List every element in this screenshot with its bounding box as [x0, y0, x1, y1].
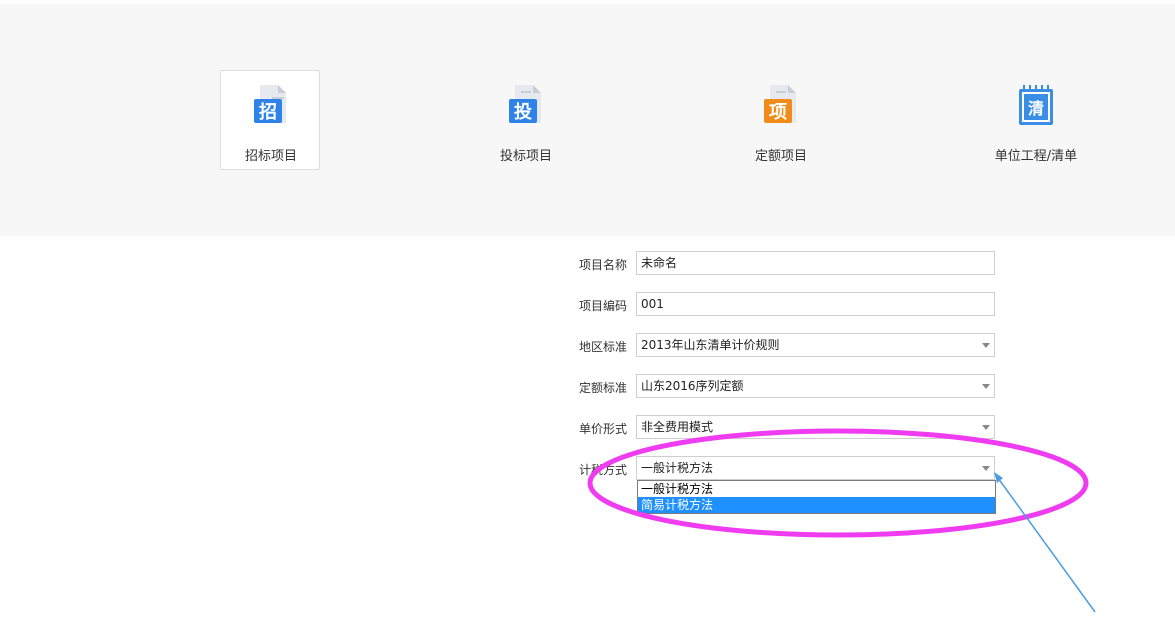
- svg-text:投: 投: [514, 101, 532, 123]
- unit-price-form-value: 非全费用模式: [641, 420, 714, 434]
- quota-standard-select[interactable]: 山东2016序列定额: [636, 374, 995, 398]
- tile-tender-project[interactable]: 招 招标项目: [220, 70, 320, 170]
- tax-method-option-simplified[interactable]: 简易计税方法: [638, 497, 995, 513]
- region-standard-value: 2013年山东清单计价规则: [641, 338, 780, 352]
- tax-method-select[interactable]: 一般计税方法: [636, 456, 995, 480]
- project-code-label: 项目编码: [579, 299, 628, 313]
- svg-text:招: 招: [259, 101, 277, 123]
- project-name-input[interactable]: 未命名: [636, 251, 995, 275]
- row-project-name: 项目名称 未命名: [570, 251, 1000, 277]
- row-unit-price-form: 单价形式 非全费用模式: [570, 415, 1000, 441]
- quota-document-icon: 项: [764, 85, 796, 123]
- tile-label: 投标项目: [499, 149, 552, 164]
- tender-document-icon: 招: [254, 85, 286, 123]
- unit-price-form-select[interactable]: 非全费用模式: [636, 415, 995, 439]
- chevron-down-icon[interactable]: [982, 384, 990, 389]
- tile-bid-project[interactable]: 投 投标项目: [475, 70, 575, 170]
- tax-method-label: 计税方式: [579, 463, 628, 477]
- chevron-down-icon[interactable]: [982, 466, 990, 471]
- tile-label: 定额项目: [754, 149, 807, 164]
- project-name-label: 项目名称: [579, 258, 628, 272]
- tile-quota-project[interactable]: 项 定额项目: [730, 70, 830, 170]
- tax-method-dropdown: 一般计税方法 简易计税方法: [637, 480, 996, 514]
- row-tax-method: 计税方式 一般计税方法: [570, 456, 1000, 482]
- quota-standard-label: 定额标准: [579, 381, 628, 395]
- quota-standard-value: 山东2016序列定额: [641, 379, 744, 393]
- svg-text:清: 清: [1028, 99, 1044, 118]
- tax-method-value: 一般计税方法: [641, 461, 714, 475]
- row-region-standard: 地区标准 2013年山东清单计价规则: [570, 333, 1000, 359]
- tax-method-option-general[interactable]: 一般计税方法: [638, 481, 995, 497]
- chevron-down-icon[interactable]: [982, 425, 990, 430]
- list-notebook-icon: 清: [1019, 85, 1053, 125]
- annotation-arrow-line: [997, 477, 1096, 613]
- tile-label: 单位工程/清单: [994, 149, 1078, 164]
- bid-document-icon: 投: [509, 85, 541, 123]
- chevron-down-icon[interactable]: [982, 343, 990, 348]
- project-code-input[interactable]: 001: [636, 292, 995, 316]
- row-project-code: 项目编码 001: [570, 292, 1000, 318]
- tile-label: 招标项目: [244, 149, 297, 164]
- svg-text:项: 项: [769, 102, 787, 123]
- tile-unit-project-list[interactable]: 清 单位工程/清单: [985, 70, 1085, 170]
- region-standard-label: 地区标准: [579, 340, 628, 354]
- region-standard-select[interactable]: 2013年山东清单计价规则: [636, 333, 995, 357]
- unit-price-form-label: 单价形式: [579, 422, 628, 436]
- row-quota-standard: 定额标准 山东2016序列定额: [570, 374, 1000, 400]
